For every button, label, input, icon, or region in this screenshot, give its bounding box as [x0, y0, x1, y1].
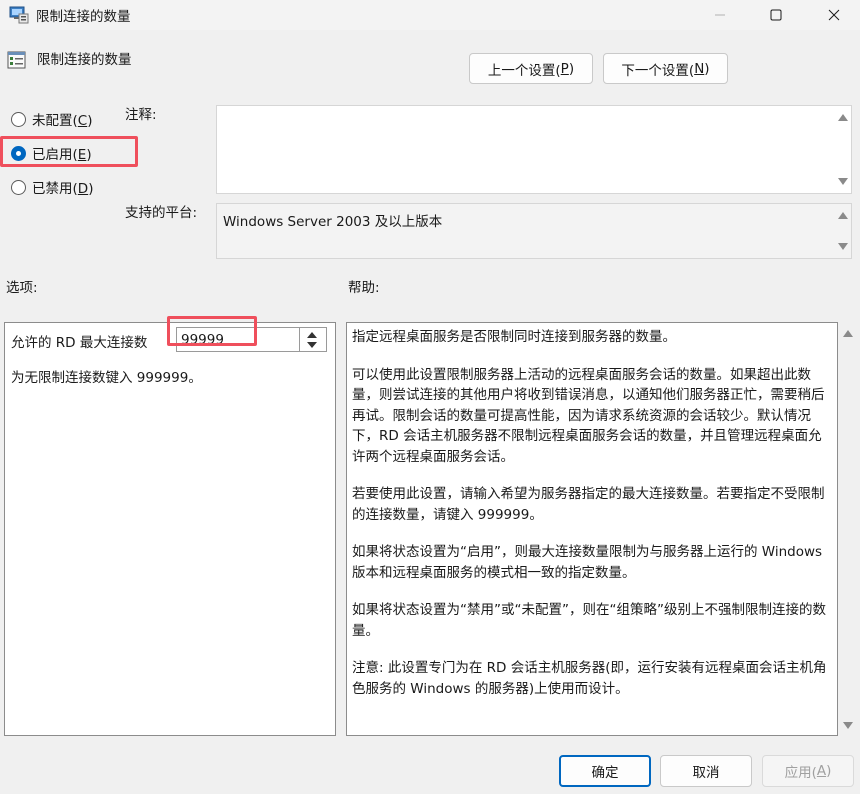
help-label: 帮助:: [348, 280, 380, 296]
scroll-down-icon[interactable]: [838, 243, 848, 250]
maximize-button[interactable]: [753, 0, 799, 30]
minimize-button[interactable]: [697, 0, 743, 30]
gpedit-app-icon: [9, 6, 29, 24]
radio-indicator: [11, 145, 26, 161]
help-paragraph: 注意: 此设置专门为在 RD 会话主机服务器(即，运行安装有远程桌面会话主机角色…: [352, 660, 827, 697]
apply-button[interactable]: 应用(A): [762, 755, 854, 787]
platform-scrollbar[interactable]: [834, 204, 851, 258]
max-connections-hint: 为无限制连接数键入 999999。: [11, 370, 202, 386]
help-paragraph: 若要使用此设置，请输入希望为服务器指定的最大连接数量。若要指定不受限制的连接数量…: [352, 486, 825, 523]
radio-disabled[interactable]: 已禁用(D): [11, 177, 93, 197]
window-title: 限制连接的数量: [36, 9, 131, 25]
platform-label: 支持的平台:: [125, 205, 198, 221]
options-panel: 允许的 RD 最大连接数 99999 为无限制连接数键入 999999。: [4, 322, 336, 736]
previous-setting-button[interactable]: 上一个设置(P): [469, 53, 593, 84]
help-paragraph: 指定远程桌面服务是否限制同时连接到服务器的数量。: [352, 329, 676, 345]
highlight-box-value: [167, 316, 257, 346]
radio-enabled[interactable]: 已启用(E): [11, 143, 92, 163]
help-panel: 指定远程桌面服务是否限制同时连接到服务器的数量。 可以使用此设置限制服务器上活动…: [346, 322, 838, 736]
ok-button[interactable]: 确定: [559, 755, 651, 787]
platform-value: Windows Server 2003 及以上版本: [223, 214, 443, 230]
close-button[interactable]: [811, 0, 857, 30]
help-text: 指定远程桌面服务是否限制同时连接到服务器的数量。 可以使用此设置限制服务器上活动…: [352, 327, 834, 716]
help-scroll-up-icon[interactable]: [843, 330, 853, 337]
spin-up-icon[interactable]: [307, 332, 317, 338]
scroll-up-icon[interactable]: [838, 114, 848, 121]
scroll-up-icon[interactable]: [838, 212, 848, 219]
scroll-down-icon[interactable]: [838, 178, 848, 185]
help-paragraph: 可以使用此设置限制服务器上活动的远程桌面服务会话的数量。如果超出此数量，则尝试连…: [352, 366, 825, 465]
radio-not-configured[interactable]: 未配置(C): [11, 109, 93, 129]
comment-textarea[interactable]: [216, 105, 852, 194]
maximize-icon: [770, 9, 782, 21]
radio-indicator: [11, 111, 26, 127]
spin-down-icon[interactable]: [307, 342, 317, 348]
help-paragraph: 如果将状态设置为“禁用”或“未配置”，则在“组策略”级别上不强制限制连接的数量。: [352, 602, 826, 639]
minimize-icon: [715, 14, 725, 16]
help-scroll-down-icon[interactable]: [843, 722, 853, 729]
cancel-button[interactable]: 取消: [660, 755, 752, 787]
policy-name: 限制连接的数量: [37, 52, 132, 68]
comment-scrollbar[interactable]: [834, 106, 851, 193]
radio-indicator: [11, 179, 26, 195]
max-connections-stepper[interactable]: [300, 327, 327, 352]
platform-textbox: Windows Server 2003 及以上版本: [216, 203, 852, 259]
max-connections-label: 允许的 RD 最大连接数: [11, 335, 148, 351]
help-paragraph: 如果将状态设置为“启用”，则最大连接数量限制为与服务器上运行的 Windows …: [352, 544, 823, 581]
options-label: 选项:: [6, 280, 38, 296]
comment-label: 注释:: [125, 107, 157, 123]
close-icon: [828, 9, 840, 21]
policy-setting-icon: [7, 50, 27, 70]
next-setting-button[interactable]: 下一个设置(N): [603, 53, 728, 84]
